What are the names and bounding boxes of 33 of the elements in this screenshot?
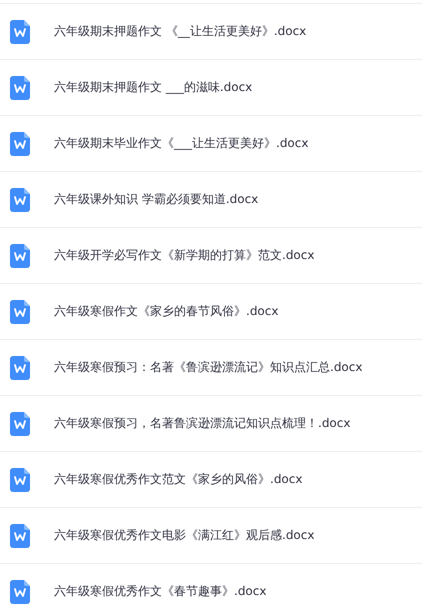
- file-name: 六年级寒假预习：名著《鲁滨逊漂流记》知识点汇总.docx: [54, 359, 362, 376]
- file-row[interactable]: 六年级寒假优秀作文范文《家乡的风俗》.docx: [0, 451, 422, 507]
- file-name: 六年级期末押题作文 ___的滋味.docx: [54, 79, 252, 96]
- file-name: 六年级开学必写作文《新学期的打算》范文.docx: [54, 247, 314, 264]
- document-icon: [10, 76, 30, 100]
- file-name: 六年级寒假优秀作文范文《家乡的风俗》.docx: [54, 471, 302, 488]
- file-row[interactable]: 六年级期末押题作文 ___的滋味.docx: [0, 59, 422, 115]
- document-icon: [10, 300, 30, 324]
- document-icon: [10, 356, 30, 380]
- document-icon: [10, 244, 30, 268]
- document-icon: [10, 132, 30, 156]
- document-icon: [10, 468, 30, 492]
- file-row[interactable]: 六年级期末押题作文 《__让生活更美好》.docx: [0, 3, 422, 59]
- file-row[interactable]: 六年级开学必写作文《新学期的打算》范文.docx: [0, 227, 422, 283]
- file-row[interactable]: 六年级寒假优秀作文电影《满江红》观后感.docx: [0, 507, 422, 563]
- file-row[interactable]: 六年级寒假预习，名著鲁滨逊漂流记知识点梳理！.docx: [0, 395, 422, 451]
- file-row[interactable]: 六年级寒假作文《家乡的春节风俗》.docx: [0, 283, 422, 339]
- file-row[interactable]: 六年级期末毕业作文《___让生活更美好》.docx: [0, 115, 422, 171]
- document-icon: [10, 580, 30, 604]
- file-name: 六年级寒假预习，名著鲁滨逊漂流记知识点梳理！.docx: [54, 415, 350, 432]
- document-icon: [10, 20, 30, 44]
- document-icon: [10, 524, 30, 548]
- file-row[interactable]: 六年级寒假预习：名著《鲁滨逊漂流记》知识点汇总.docx: [0, 339, 422, 395]
- file-name: 六年级寒假作文《家乡的春节风俗》.docx: [54, 303, 278, 320]
- file-row[interactable]: 六年级课外知识 学霸必须要知道.docx: [0, 171, 422, 227]
- file-name: 六年级寒假优秀作文《春节趣事》.docx: [54, 583, 266, 600]
- file-name: 六年级期末毕业作文《___让生活更美好》.docx: [54, 135, 308, 152]
- document-icon: [10, 412, 30, 436]
- file-row[interactable]: 六年级寒假优秀作文《春节趣事》.docx: [0, 563, 422, 610]
- document-icon: [10, 188, 30, 212]
- file-name: 六年级课外知识 学霸必须要知道.docx: [54, 191, 258, 208]
- file-name: 六年级期末押题作文 《__让生活更美好》.docx: [54, 23, 306, 40]
- file-name: 六年级寒假优秀作文电影《满江红》观后感.docx: [54, 527, 314, 544]
